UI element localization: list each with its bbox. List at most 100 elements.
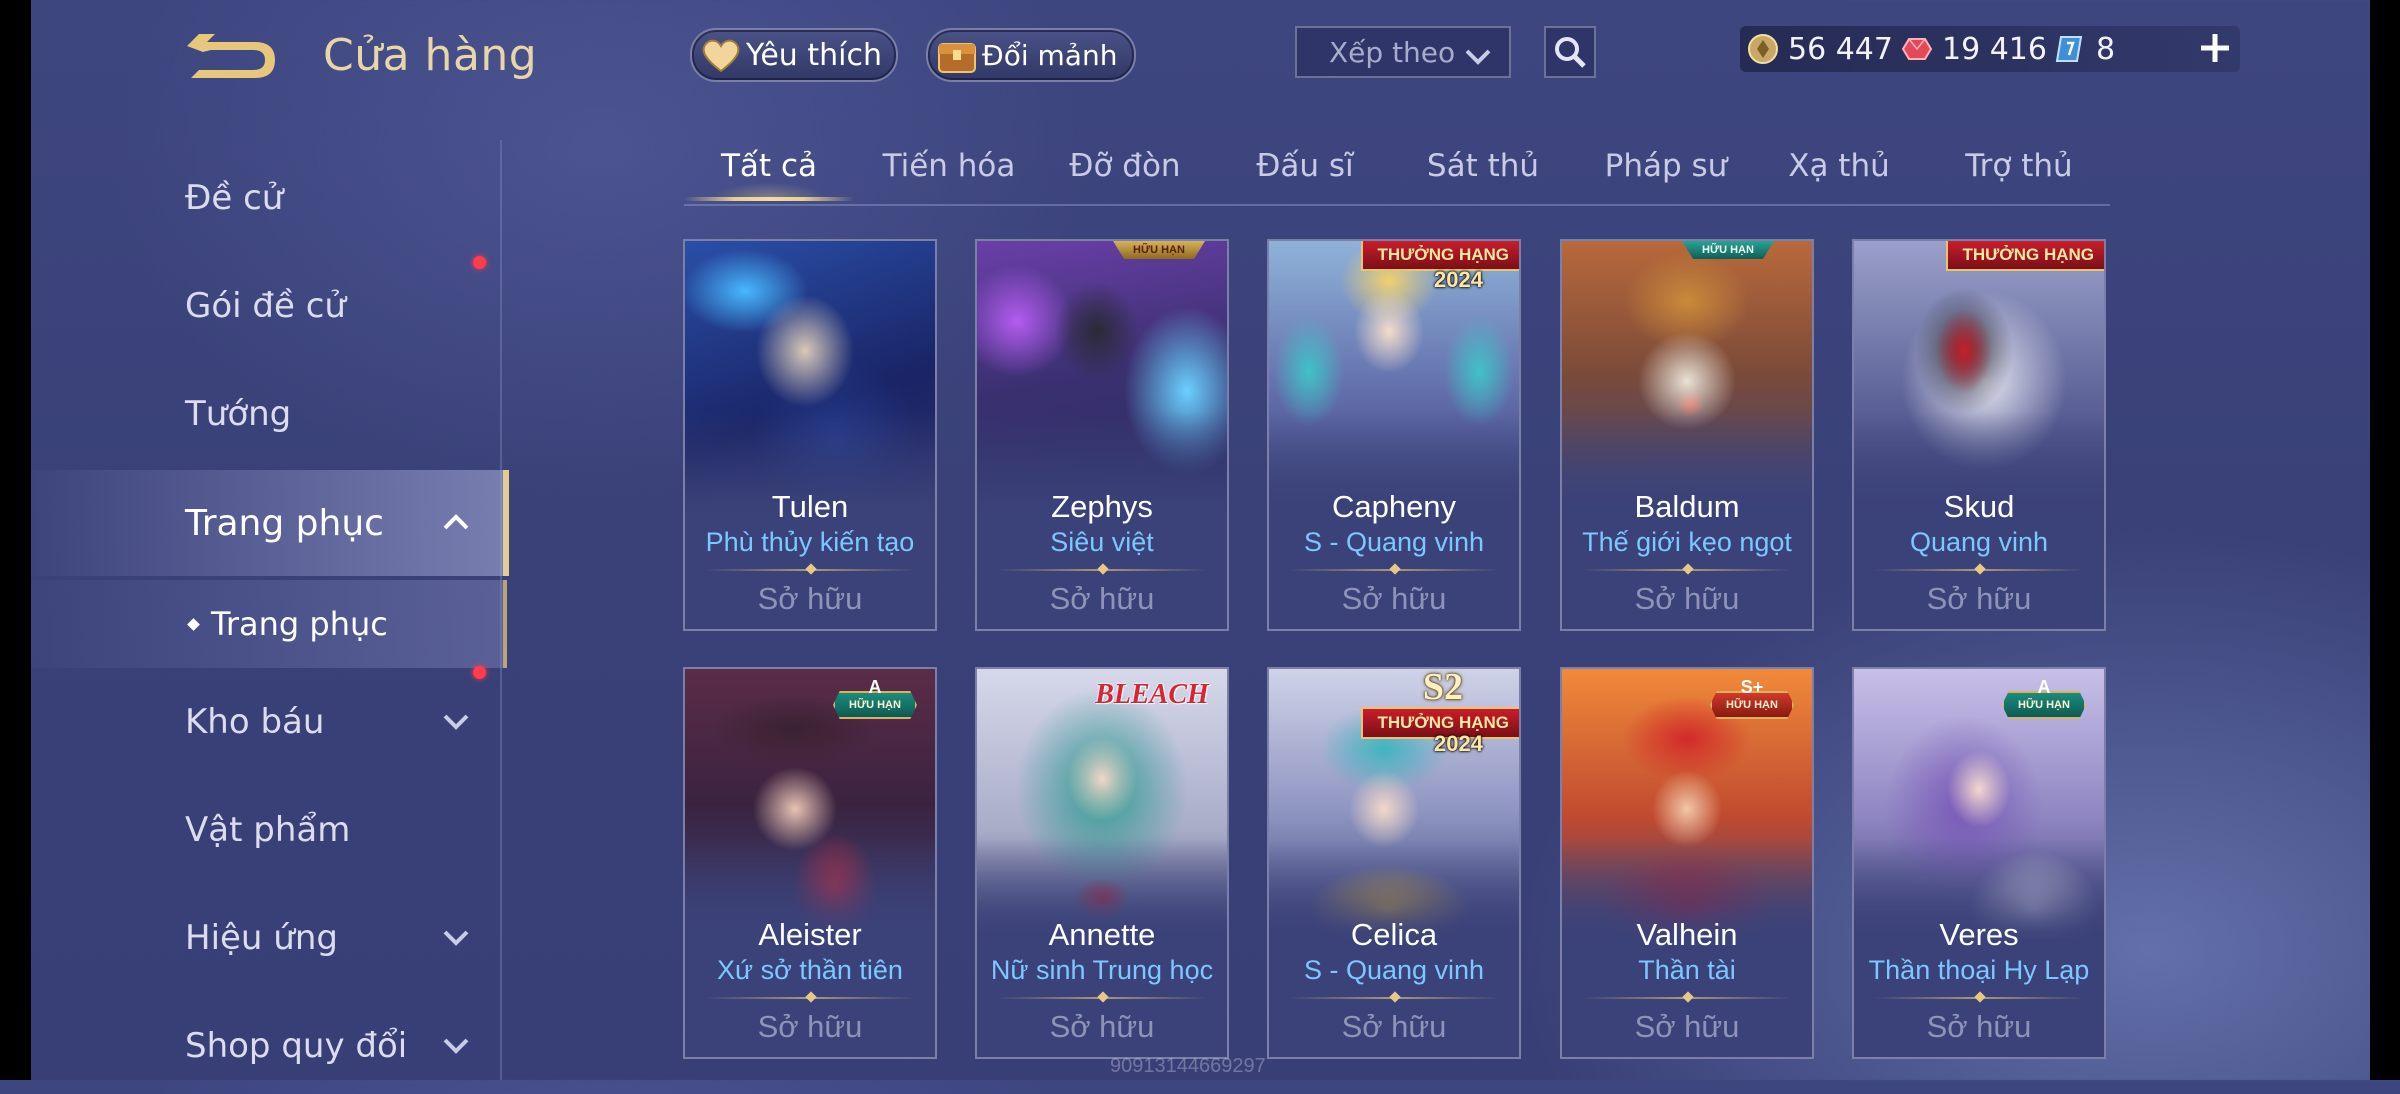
tab-assassin[interactable]: Sát thủ bbox=[1398, 148, 1568, 198]
ownership-status: Sở hữu bbox=[1049, 1009, 1155, 1044]
add-currency-button[interactable] bbox=[2195, 24, 2235, 72]
notification-dot bbox=[473, 666, 486, 679]
hero-name: Aleister bbox=[758, 917, 862, 952]
ruby-amount: 19 416 bbox=[1942, 31, 2047, 67]
ownership-status: Sở hữu bbox=[757, 581, 863, 616]
voucher-amount: 8 bbox=[2096, 31, 2116, 67]
tab-all[interactable]: Tất cả bbox=[684, 148, 854, 201]
skin-card[interactable]: THƯỞNG HẠNG Skud Quang vinh Sở hữu bbox=[1852, 239, 2106, 631]
sidebar-item-featured-packs[interactable]: Gói đề cử bbox=[31, 256, 503, 354]
chevron-down-icon bbox=[441, 712, 471, 736]
skin-card[interactable]: HỮU HẠN Zephys Siêu việt Sở hữu bbox=[975, 239, 1229, 631]
skin-name: Phù thủy kiến tạo bbox=[705, 527, 915, 557]
sidebar-item-skins[interactable]: Trang phục bbox=[31, 470, 509, 576]
watermark-id: 909131446692​97 bbox=[1110, 1055, 1266, 1077]
ownership-status: Sở hữu bbox=[757, 1009, 863, 1044]
back-button[interactable] bbox=[185, 28, 281, 88]
skin-card[interactable]: A HỮU HẠN Veres Thần thoại Hy Lạp Sở hữu bbox=[1852, 667, 2106, 1059]
separator-ornament bbox=[1097, 991, 1109, 1003]
skin-card[interactable]: BLEACH Annette Nữ sinh Trung học Sở hữu bbox=[975, 667, 1229, 1059]
chevron-up-icon bbox=[441, 512, 471, 536]
separator-ornament bbox=[805, 991, 817, 1003]
page-title: Cửa hàng bbox=[323, 30, 538, 81]
tab-fighter[interactable]: Đấu sĩ bbox=[1220, 148, 1390, 198]
search-icon bbox=[1555, 37, 1586, 68]
hero-name: Zephys bbox=[1051, 489, 1153, 524]
hero-name: Annette bbox=[1048, 917, 1156, 952]
limited-badge: HỮU HẠN bbox=[1113, 241, 1205, 259]
sidebar-item-label: Vật phẩm bbox=[185, 810, 351, 850]
tab-mage[interactable]: Pháp sư bbox=[1576, 148, 1756, 198]
tab-tank[interactable]: Đỡ đòn bbox=[1040, 148, 1210, 198]
tab-label: Pháp sư bbox=[1604, 148, 1728, 184]
shard-exchange-button[interactable]: Đổi mảnh bbox=[926, 28, 1136, 82]
tab-label: Trợ thủ bbox=[1965, 148, 2073, 184]
sort-dropdown[interactable]: Xếp theo bbox=[1295, 26, 1511, 78]
chevron-down-icon bbox=[441, 1036, 471, 1060]
badge-year: 2024 bbox=[1434, 267, 1483, 292]
season-badge: S2 bbox=[1422, 667, 1463, 708]
shard-chest-icon bbox=[936, 34, 978, 76]
hero-name: Valhein bbox=[1636, 917, 1738, 952]
badge-year: 2024 bbox=[1434, 731, 1483, 756]
sidebar-subitem-skins[interactable]: Trang phục bbox=[31, 580, 507, 668]
sidebar-item-treasure[interactable]: Kho báu bbox=[31, 666, 503, 770]
back-arrow-icon bbox=[187, 34, 275, 78]
separator-ornament bbox=[1389, 991, 1401, 1003]
heart-icon bbox=[700, 34, 742, 76]
skin-name: Nữ sinh Trung học bbox=[990, 955, 1214, 985]
sidebar-item-label: Shop quy đổi bbox=[185, 1026, 408, 1066]
skin-card[interactable]: A HỮU HẠN Aleister Xứ sở thần tiên Sở hữ… bbox=[683, 667, 937, 1059]
tab-label: Đỡ đòn bbox=[1069, 148, 1181, 184]
notification-dot bbox=[473, 256, 486, 269]
tab-marksman[interactable]: Xạ thủ bbox=[1754, 148, 1924, 198]
sidebar-item-label: Trang phục bbox=[185, 502, 384, 544]
separator-ornament bbox=[1974, 991, 1986, 1003]
separator-ornament bbox=[1682, 991, 1694, 1003]
chevron-down-icon bbox=[1463, 42, 1493, 75]
tab-active-glow bbox=[684, 158, 854, 198]
skin-name: Thần thoại Hy Lạp bbox=[1868, 955, 2090, 985]
screen-edge-right bbox=[2370, 0, 2400, 1080]
ownership-status: Sở hữu bbox=[1634, 581, 1740, 616]
sidebar-item-label: Kho báu bbox=[185, 702, 325, 742]
chevron-down-icon bbox=[441, 928, 471, 952]
search-button[interactable] bbox=[1544, 26, 1596, 78]
sidebar-item-label: Hiệu ứng bbox=[185, 918, 338, 958]
separator-ornament bbox=[1389, 563, 1401, 575]
hero-name: Tulen bbox=[771, 489, 849, 524]
skin-card[interactable]: S2 THƯỞNG HẠNG 2024 Celica S - Quang vin… bbox=[1267, 667, 1521, 1059]
ownership-status: Sở hữu bbox=[1049, 581, 1155, 616]
skin-name: Xứ sở thần tiên bbox=[717, 955, 903, 985]
favorite-button[interactable]: Yêu thích bbox=[690, 28, 898, 82]
badge-text: HỮU HẠN bbox=[849, 699, 901, 711]
sort-placeholder: Xếp theo bbox=[1329, 35, 1456, 69]
skin-card[interactable]: THƯỞNG HẠNG 2024 Capheny S - Quang vinh … bbox=[1267, 239, 1521, 631]
tab-support[interactable]: Trợ thủ bbox=[1934, 148, 2104, 198]
hero-name: Skud bbox=[1943, 489, 2015, 524]
ownership-status: Sở hữu bbox=[1926, 581, 2032, 616]
sidebar-item-label: Tướng bbox=[185, 394, 292, 434]
ownership-status: Sở hữu bbox=[1341, 581, 1447, 616]
sidebar-item-heroes[interactable]: Tướng bbox=[31, 366, 503, 462]
bullet-diamond bbox=[187, 618, 200, 631]
skin-card[interactable]: HỮU HẠN Baldum Thế giới kẹo ngọt Sở hữu bbox=[1560, 239, 1814, 631]
sidebar-item-featured[interactable]: Đề cử bbox=[31, 150, 503, 246]
hero-name: Baldum bbox=[1634, 489, 1740, 524]
skin-card[interactable]: Tulen Phù thủy kiến tạo Sở hữu bbox=[683, 239, 937, 631]
sidebar-item-effects[interactable]: Hiệu ứng bbox=[31, 890, 503, 986]
gold-coin-icon bbox=[1746, 32, 1780, 66]
sidebar-item-items[interactable]: Vật phẩm bbox=[31, 782, 503, 878]
sidebar: Đề cử Gói đề cử Tướng Trang phục Trang p… bbox=[31, 140, 509, 1080]
voucher-balance: 8 bbox=[2054, 28, 2115, 70]
badge-grade: A bbox=[868, 677, 882, 697]
skin-name: Thế giới kẹo ngọt bbox=[1582, 527, 1792, 557]
ruby-balance: 19 416 bbox=[1900, 28, 2047, 70]
limited-badge: S+ HỮU HẠN bbox=[1710, 677, 1794, 723]
tab-label: Tiến hóa bbox=[882, 148, 1016, 184]
skin-card[interactable]: S+ HỮU HẠN Valhein Thần tài Sở hữu bbox=[1560, 667, 1814, 1059]
collab-badge: BLEACH bbox=[1095, 679, 1209, 710]
voucher-icon bbox=[2054, 32, 2088, 66]
category-tabs: Tất cả Tiến hóa Đỡ đòn Đấu sĩ Sát thủ Ph… bbox=[684, 140, 2110, 206]
tab-evolution[interactable]: Tiến hóa bbox=[864, 148, 1034, 198]
